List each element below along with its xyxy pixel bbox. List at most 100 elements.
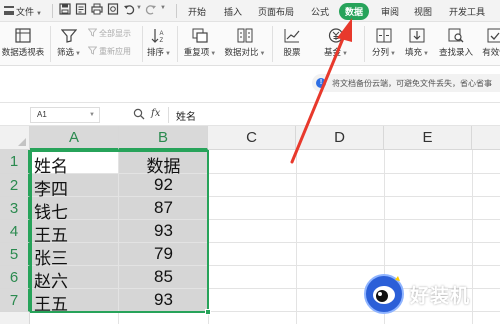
tab-review[interactable]: 审阅 bbox=[381, 5, 399, 18]
svg-text:Z: Z bbox=[160, 38, 164, 43]
stock-chart-icon bbox=[284, 29, 300, 43]
tab-formulas[interactable]: 公式 bbox=[311, 5, 329, 18]
validity-label: 有效性 bbox=[482, 47, 500, 57]
fx-icon[interactable]: fx bbox=[151, 108, 160, 119]
sort-button[interactable]: AZ 排序▼ bbox=[146, 28, 172, 58]
row-header-3[interactable]: 3 bbox=[0, 197, 30, 220]
split-column-icon bbox=[376, 28, 392, 43]
tab-view[interactable]: 视图 bbox=[414, 5, 432, 18]
export-pdf-icon[interactable] bbox=[74, 3, 88, 17]
column-header-f[interactable] bbox=[472, 126, 500, 150]
row-header-2[interactable]: 2 bbox=[0, 174, 30, 197]
chevron-down-icon: ▼ bbox=[210, 51, 217, 57]
formula-bar: A1 ▼ fx 姓名 bbox=[0, 102, 500, 126]
separator bbox=[364, 26, 365, 62]
fill-handle[interactable] bbox=[205, 309, 211, 315]
name-box[interactable]: A1 ▼ bbox=[30, 107, 100, 123]
lookup-icon bbox=[448, 28, 464, 43]
save-icon[interactable] bbox=[58, 3, 72, 17]
file-menu[interactable]: 文件 ▼ bbox=[16, 5, 42, 18]
column-header-a[interactable]: A bbox=[30, 126, 119, 150]
data-compare-icon bbox=[237, 28, 253, 43]
spreadsheet-app: 文件 ▼ ▼ ▼ 开始 插入 页面布局 公式 数据 审阅 视图 开发工具 数据透… bbox=[0, 0, 500, 324]
filter-label: 筛选 bbox=[57, 47, 75, 57]
sort-label: 排序 bbox=[147, 47, 165, 57]
duplicates-button[interactable]: 重复项▼ bbox=[181, 28, 219, 58]
chevron-down-icon: ▼ bbox=[342, 51, 348, 57]
row-header-5[interactable]: 5 bbox=[0, 243, 30, 266]
stocks-label: 股票 bbox=[283, 47, 301, 57]
separator bbox=[176, 4, 177, 18]
split-column-label: 分列 bbox=[372, 47, 390, 57]
reapply-icon bbox=[88, 46, 97, 55]
column-header-d[interactable]: D bbox=[296, 126, 384, 150]
menu-bar: 文件 ▼ ▼ ▼ 开始 插入 页面布局 公式 数据 审阅 视图 开发工具 bbox=[0, 0, 500, 22]
separator bbox=[52, 4, 53, 18]
validity-button[interactable]: 有效性 bbox=[478, 28, 500, 58]
duplicates-label: 重复项 bbox=[183, 47, 210, 57]
undo-icon[interactable] bbox=[122, 3, 136, 17]
name-box-value: A1 bbox=[37, 110, 47, 119]
tab-home[interactable]: 开始 bbox=[188, 5, 206, 18]
fund-button[interactable]: 基金▼ bbox=[318, 28, 354, 58]
separator bbox=[50, 26, 51, 62]
show-all-label: 全部显示 bbox=[99, 29, 131, 38]
fill-button[interactable]: 填充▼ bbox=[403, 28, 431, 58]
ribbon-toolbar: 数据透视表 筛选▼ 全部显示 重新应用 AZ 排序▼ 重复项▼ 数据对比▼ 股票… bbox=[0, 22, 500, 66]
info-icon: ! bbox=[316, 78, 326, 88]
row-header-8[interactable] bbox=[0, 312, 30, 324]
column-header-b[interactable]: B bbox=[119, 126, 208, 150]
row-header-6[interactable]: 6 bbox=[0, 266, 30, 289]
chevron-down-icon: ▼ bbox=[75, 51, 81, 57]
sort-icon: AZ bbox=[151, 29, 164, 43]
tab-data[interactable]: 数据 bbox=[339, 3, 370, 20]
fund-icon bbox=[328, 28, 344, 43]
redo-icon[interactable] bbox=[144, 3, 158, 17]
tab-insert[interactable]: 插入 bbox=[224, 5, 242, 18]
column-header-c[interactable]: C bbox=[208, 126, 296, 150]
file-menu-label: 文件 bbox=[16, 7, 35, 17]
svg-text:A: A bbox=[160, 31, 164, 37]
tab-developer[interactable]: 开发工具 bbox=[449, 5, 485, 18]
print-preview-icon[interactable] bbox=[106, 3, 120, 17]
select-all-corner[interactable] bbox=[0, 126, 30, 150]
chevron-down-icon: ▼ bbox=[165, 51, 171, 57]
pivot-table-label: 数据透视表 bbox=[1, 47, 45, 57]
undo-dropdown-icon[interactable]: ▼ bbox=[136, 5, 142, 11]
gridline bbox=[296, 150, 297, 324]
stocks-button[interactable]: 股票 bbox=[278, 28, 306, 58]
watermark: 好装机 bbox=[360, 268, 500, 324]
tab-page-layout[interactable]: 页面布局 bbox=[258, 5, 294, 18]
separator bbox=[142, 26, 143, 62]
print-icon[interactable] bbox=[90, 3, 104, 17]
pivot-table-icon bbox=[15, 28, 31, 43]
filter-icon bbox=[61, 29, 77, 43]
cloud-backup-notice: ! 将文档备份云端，可避免文件丢失，省心省事 bbox=[0, 66, 500, 102]
reapply-button: 重新应用 bbox=[88, 46, 131, 57]
lookup-entry-button[interactable]: 查找录入 bbox=[436, 28, 476, 58]
row-header-4[interactable]: 4 bbox=[0, 220, 30, 243]
row-header-7[interactable]: 7 bbox=[0, 289, 30, 312]
chevron-down-icon: ▼ bbox=[390, 51, 396, 57]
separator bbox=[272, 26, 273, 62]
hamburger-menu-icon[interactable] bbox=[4, 6, 14, 15]
formula-input[interactable]: 姓名 bbox=[176, 108, 196, 123]
watermark-logo-icon bbox=[364, 274, 404, 314]
separator bbox=[177, 26, 178, 62]
watermark-text: 好装机 bbox=[410, 286, 471, 307]
duplicates-icon bbox=[192, 28, 208, 43]
fill-label: 填充 bbox=[405, 47, 423, 57]
pivot-table-button[interactable]: 数据透视表 bbox=[0, 28, 46, 58]
fill-down-icon bbox=[409, 28, 425, 43]
filter-button[interactable]: 筛选▼ bbox=[54, 28, 84, 58]
column-header-e[interactable]: E bbox=[384, 126, 472, 150]
show-all-button: 全部显示 bbox=[88, 28, 131, 39]
chevron-down-icon: ▼ bbox=[36, 11, 42, 17]
split-column-button[interactable]: 分列▼ bbox=[370, 28, 398, 58]
row-header-1[interactable]: 1 bbox=[0, 150, 30, 174]
quick-access-dropdown-icon[interactable]: ▼ bbox=[160, 5, 166, 11]
chevron-down-icon: ▼ bbox=[259, 51, 266, 57]
zoom-icon[interactable] bbox=[133, 108, 145, 120]
fund-label: 基金 bbox=[324, 47, 342, 57]
data-compare-button[interactable]: 数据对比▼ bbox=[222, 28, 268, 58]
